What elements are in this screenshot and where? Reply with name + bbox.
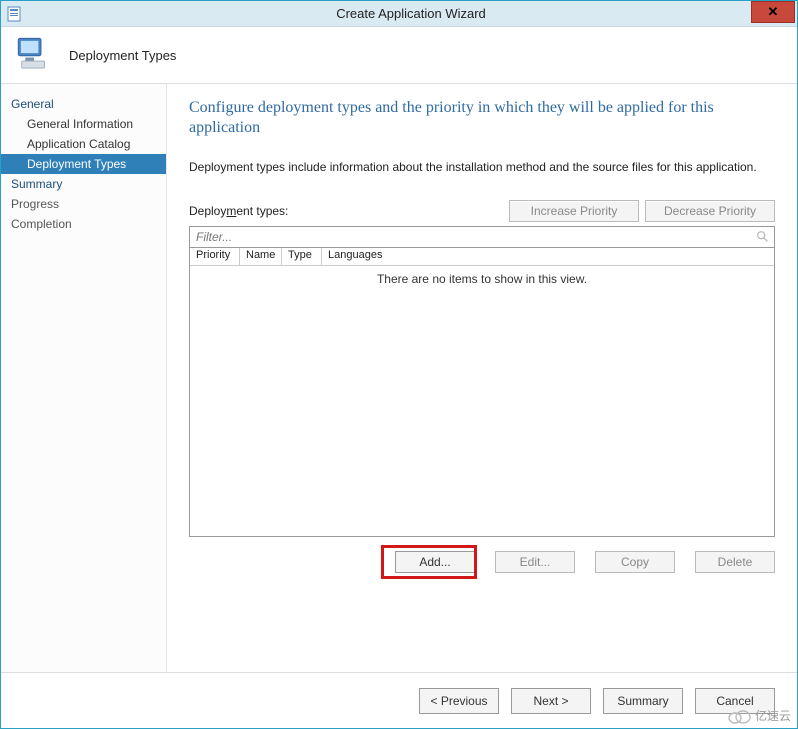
- window-title: Create Application Wizard: [25, 6, 797, 21]
- body: General General Information Application …: [1, 83, 797, 672]
- cloud-icon: [727, 708, 751, 724]
- sidebar: General General Information Application …: [1, 84, 167, 672]
- previous-button[interactable]: < Previous: [419, 688, 499, 714]
- deployment-types-row: Deployment types: Increase Priority Decr…: [189, 200, 775, 222]
- next-button[interactable]: Next >: [511, 688, 591, 714]
- step-title: Deployment Types: [69, 48, 176, 63]
- watermark-text: 亿速云: [755, 707, 791, 724]
- app-icon: [7, 5, 25, 23]
- delete-button[interactable]: Delete: [695, 551, 775, 573]
- grid-action-buttons: Add... Edit... Copy Delete: [189, 551, 775, 573]
- main-panel: Configure deployment types and the prior…: [167, 84, 797, 672]
- sidebar-item-summary[interactable]: Summary: [1, 174, 166, 194]
- titlebar: Create Application Wizard ✕: [1, 1, 797, 27]
- grid-header: Priority Name Type Languages: [190, 248, 774, 266]
- grid-empty-message: There are no items to show in this view.: [190, 266, 774, 536]
- col-languages[interactable]: Languages: [322, 248, 774, 265]
- header-band: Deployment Types: [1, 27, 797, 83]
- close-icon: ✕: [768, 4, 779, 20]
- close-button[interactable]: ✕: [751, 1, 795, 23]
- sidebar-item-progress: Progress: [1, 194, 166, 214]
- sidebar-item-general[interactable]: General: [1, 94, 166, 114]
- filter-wrap: [189, 226, 775, 248]
- search-icon[interactable]: [756, 230, 770, 244]
- summary-button[interactable]: Summary: [603, 688, 683, 714]
- sidebar-item-general-info[interactable]: General Information: [1, 114, 166, 134]
- watermark: 亿速云: [727, 707, 791, 724]
- main-description: Deployment types include information abo…: [189, 160, 775, 174]
- col-name[interactable]: Name: [240, 248, 282, 265]
- deployment-types-label: Deployment types:: [189, 204, 503, 218]
- sidebar-item-deployment-types[interactable]: Deployment Types: [1, 154, 166, 174]
- sidebar-item-completion: Completion: [1, 214, 166, 234]
- add-button[interactable]: Add...: [395, 551, 475, 573]
- filter-input[interactable]: [190, 227, 774, 247]
- footer: < Previous Next > Summary Cancel: [1, 672, 797, 728]
- edit-button[interactable]: Edit...: [495, 551, 575, 573]
- col-type[interactable]: Type: [282, 248, 322, 265]
- decrease-priority-button[interactable]: Decrease Priority: [645, 200, 775, 222]
- computer-icon: [13, 33, 55, 78]
- increase-priority-button[interactable]: Increase Priority: [509, 200, 639, 222]
- deployment-types-grid[interactable]: Priority Name Type Languages There are n…: [189, 247, 775, 537]
- sidebar-item-app-catalog[interactable]: Application Catalog: [1, 134, 166, 154]
- main-heading: Configure deployment types and the prior…: [189, 98, 775, 138]
- copy-button[interactable]: Copy: [595, 551, 675, 573]
- col-priority[interactable]: Priority: [190, 248, 240, 265]
- wizard-window: Create Application Wizard ✕ Deployment T…: [0, 0, 798, 729]
